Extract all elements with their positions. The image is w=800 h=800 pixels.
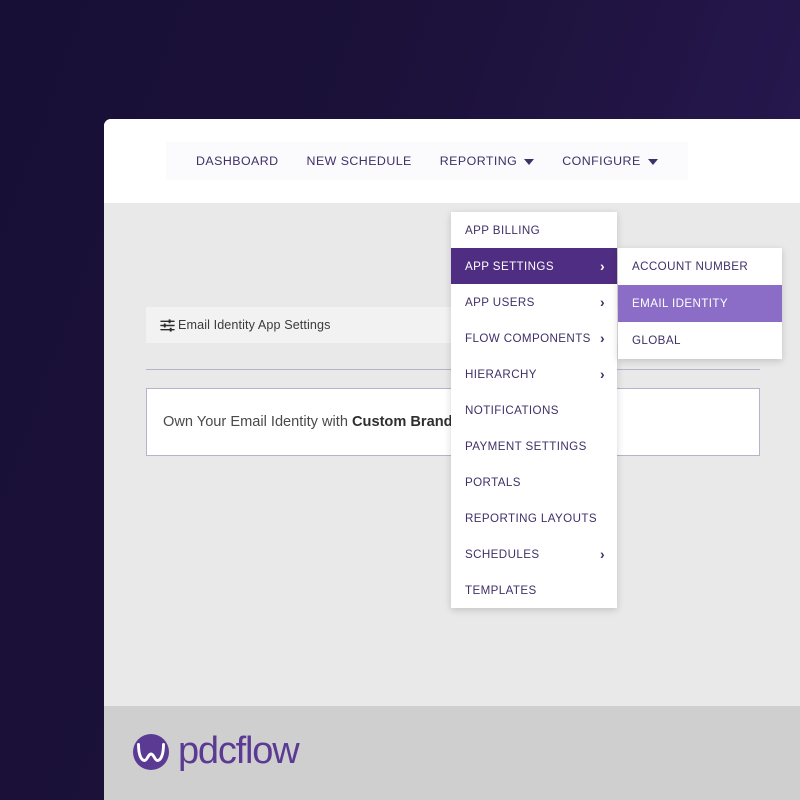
top-navigation-bar: DASHBOARD NEW SCHEDULE REPORTING CONFIGU… [104,119,800,203]
submenu-item-label: GLOBAL [632,334,681,347]
menu-item-label: PORTALS [465,475,521,489]
nav-item-label: DASHBOARD [196,154,279,168]
nav-item-label: REPORTING [439,154,518,168]
menu-item-label: TEMPLATES [465,583,537,597]
menu-item-label: SCHEDULES [465,547,540,561]
svg-text:pdcflow: pdcflow [178,730,300,772]
menu-item-label: FLOW COMPONENTS [465,331,591,345]
chevron-down-icon [524,159,535,165]
configure-dropdown-menu[interactable]: APP BILLING APP SETTINGS › APP USERS › F… [451,212,617,608]
screenshot-stage: DASHBOARD NEW SCHEDULE REPORTING CONFIGU… [0,0,800,800]
chevron-right-icon: › [599,366,605,382]
menu-item-schedules[interactable]: SCHEDULES › [451,536,617,572]
menu-item-label: NOTIFICATIONS [465,403,559,417]
menu-item-label: HIERARCHY [465,367,537,381]
menu-item-app-billing[interactable]: APP BILLING [451,212,617,248]
menu-item-notifications[interactable]: NOTIFICATIONS [451,392,617,428]
pdcflow-wordmark: pdcflow [178,730,301,772]
submenu-item-global[interactable]: GLOBAL [618,322,782,359]
submenu-item-account-number[interactable]: ACCOUNT NUMBER [618,248,782,285]
menu-item-templates[interactable]: TEMPLATES [451,572,617,608]
pdcflow-wave-logo-icon [133,734,169,770]
top-navigation-items: DASHBOARD NEW SCHEDULE REPORTING CONFIGU… [166,142,688,180]
menu-item-label: APP SETTINGS [465,259,554,273]
nav-item-reporting[interactable]: REPORTING [426,142,549,180]
promo-card-text: Own Your Email Identity with Custom Bran… [163,414,474,430]
chevron-right-icon: › [599,294,605,310]
menu-item-reporting-layouts[interactable]: REPORTING LAYOUTS [451,500,617,536]
chevron-right-icon: › [599,546,605,562]
chevron-down-icon [647,159,658,165]
menu-item-label: APP USERS [465,295,535,309]
submenu-item-email-identity[interactable]: EMAIL IDENTITY [618,285,782,322]
menu-item-app-settings[interactable]: APP SETTINGS › [451,248,617,284]
menu-item-flow-components[interactable]: FLOW COMPONENTS › [451,320,617,356]
sliders-icon [160,318,175,332]
nav-item-dashboard[interactable]: DASHBOARD [182,142,293,180]
menu-item-payment-settings[interactable]: PAYMENT SETTINGS [451,428,617,464]
promo-text-plain: Own Your Email Identity with [163,414,352,430]
chevron-right-icon: › [599,258,605,274]
nav-item-label: CONFIGURE [562,154,641,168]
menu-item-label: REPORTING LAYOUTS [465,511,597,525]
nav-item-configure[interactable]: CONFIGURE [548,142,671,180]
footer-logo: pdcflow [132,730,348,774]
chevron-right-icon: › [599,330,605,346]
page-title: Email Identity App Settings [178,318,331,332]
submenu-item-label: ACCOUNT NUMBER [632,260,749,273]
menu-item-label: PAYMENT SETTINGS [465,439,587,453]
nav-item-label: NEW SCHEDULE [306,154,412,168]
menu-item-label: APP BILLING [465,223,541,237]
menu-item-portals[interactable]: PORTALS [451,464,617,500]
nav-item-new-schedule[interactable]: NEW SCHEDULE [293,142,426,180]
app-settings-submenu[interactable]: ACCOUNT NUMBER EMAIL IDENTITY GLOBAL [618,248,782,359]
menu-item-app-users[interactable]: APP USERS › [451,284,617,320]
page-footer: pdcflow [104,706,800,800]
menu-item-hierarchy[interactable]: HIERARCHY › [451,356,617,392]
submenu-item-label: EMAIL IDENTITY [632,297,729,310]
